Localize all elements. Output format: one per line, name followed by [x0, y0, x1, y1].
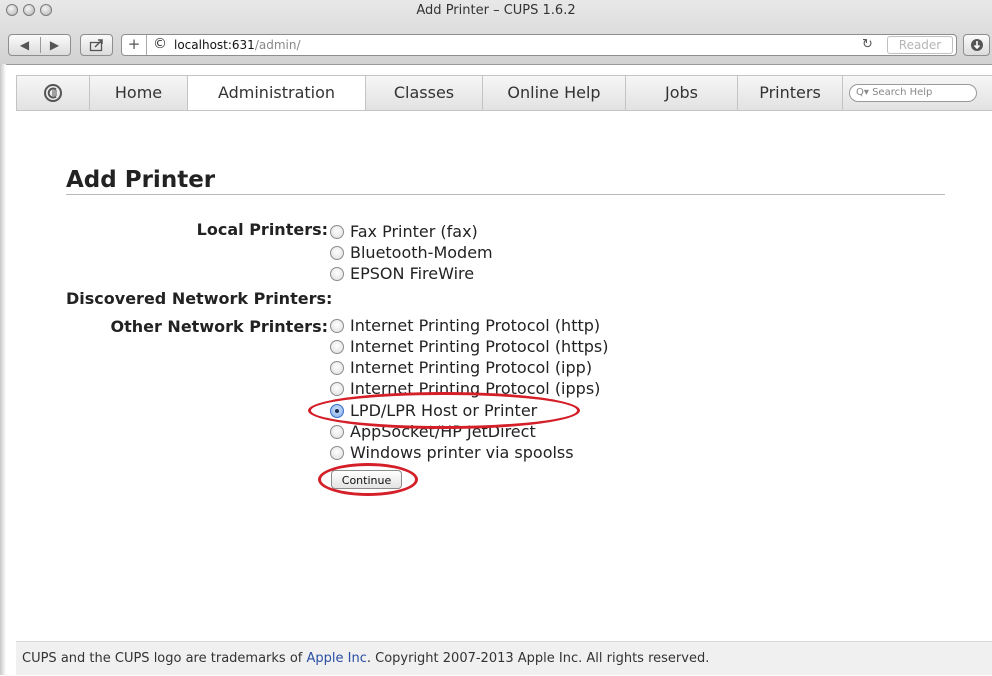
option-label: Internet Printing Protocol (https) [350, 337, 609, 356]
local-printers-label: Local Printers: [196, 220, 328, 239]
window-edge-shadow [0, 64, 6, 675]
option-label: EPSON FireWire [350, 264, 475, 283]
add-bookmark-icon[interactable]: + [122, 35, 147, 55]
back-forward-buttons: ◀ ▶ [8, 34, 71, 56]
tab-jobs[interactable]: Jobs [626, 76, 738, 110]
browser-toolbar: Add Printer – CUPS 1.6.2 ◀ ▶ + © localhos… [0, 0, 992, 65]
radio-button[interactable] [330, 361, 344, 375]
url-field[interactable]: localhost:631/admin/ [174, 38, 301, 52]
site-favicon-icon: © [153, 36, 167, 52]
option-label: LPD/LPR Host or Printer [350, 401, 538, 420]
radio-button[interactable] [330, 340, 344, 354]
tab-printers[interactable]: Printers [738, 76, 843, 110]
download-icon [970, 39, 983, 51]
option-label: AppSocket/HP JetDirect [350, 422, 536, 441]
reader-button[interactable]: Reader [887, 36, 953, 54]
share-icon [89, 39, 103, 52]
option-label: Internet Printing Protocol (ipps) [350, 379, 601, 398]
option-label: Fax Printer (fax) [350, 222, 478, 241]
option-label: Windows printer via spoolss [350, 443, 574, 462]
tab-administration[interactable]: Administration [188, 76, 366, 110]
cups-navigation-bar: Home Administration Classes Online Help … [16, 75, 992, 111]
back-icon[interactable]: ◀ [10, 35, 40, 55]
tab-home[interactable]: Home [90, 76, 188, 110]
continue-button[interactable]: Continue [331, 470, 402, 489]
page-title: Add Printer [66, 167, 216, 193]
radio-button[interactable] [330, 382, 344, 396]
heading-divider [66, 194, 945, 195]
radio-button[interactable] [330, 246, 344, 260]
option-label: Internet Printing Protocol (ipp) [350, 358, 593, 377]
discovered-network-printers-label: Discovered Network Printers: [66, 289, 333, 308]
cups-logo-icon[interactable] [17, 76, 90, 110]
footer-text: CUPS and the CUPS logo are trademarks of [22, 651, 307, 666]
window-title: Add Printer – CUPS 1.6.2 [416, 3, 576, 18]
page-footer: CUPS and the CUPS logo are trademarks of… [16, 641, 992, 675]
other-network-printers-label: Other Network Printers: [110, 317, 328, 336]
option-label: Internet Printing Protocol (http) [350, 316, 601, 335]
radio-button[interactable] [330, 225, 344, 239]
radio-button[interactable] [330, 267, 344, 281]
option-label: Bluetooth-Modem [350, 243, 493, 262]
radio-button[interactable] [330, 446, 344, 460]
forward-icon[interactable]: ▶ [40, 35, 70, 55]
tab-classes[interactable]: Classes [366, 76, 483, 110]
downloads-button[interactable] [963, 34, 990, 56]
apple-inc-link[interactable]: Apple Inc [306, 651, 366, 666]
url-host: localhost:631 [174, 38, 255, 52]
search-help-input[interactable]: Q▾ Search Help [849, 84, 977, 102]
share-button[interactable] [80, 34, 113, 56]
radio-button[interactable] [330, 319, 344, 333]
browser-window: Add Printer – CUPS 1.6.2 ◀ ▶ + © localhos… [0, 0, 992, 675]
radio-button-selected[interactable] [330, 404, 344, 418]
cups-logo-icon [44, 84, 62, 102]
tab-online-help[interactable]: Online Help [483, 76, 626, 110]
address-bar[interactable]: + © localhost:631/admin/ ↻ Reader [121, 34, 957, 56]
footer-copyright: . Copyright 2007-2013 Apple Inc. All rig… [366, 651, 710, 666]
url-path: /admin/ [254, 38, 301, 52]
radio-button[interactable] [330, 425, 344, 439]
reload-icon[interactable]: ↻ [862, 37, 873, 52]
